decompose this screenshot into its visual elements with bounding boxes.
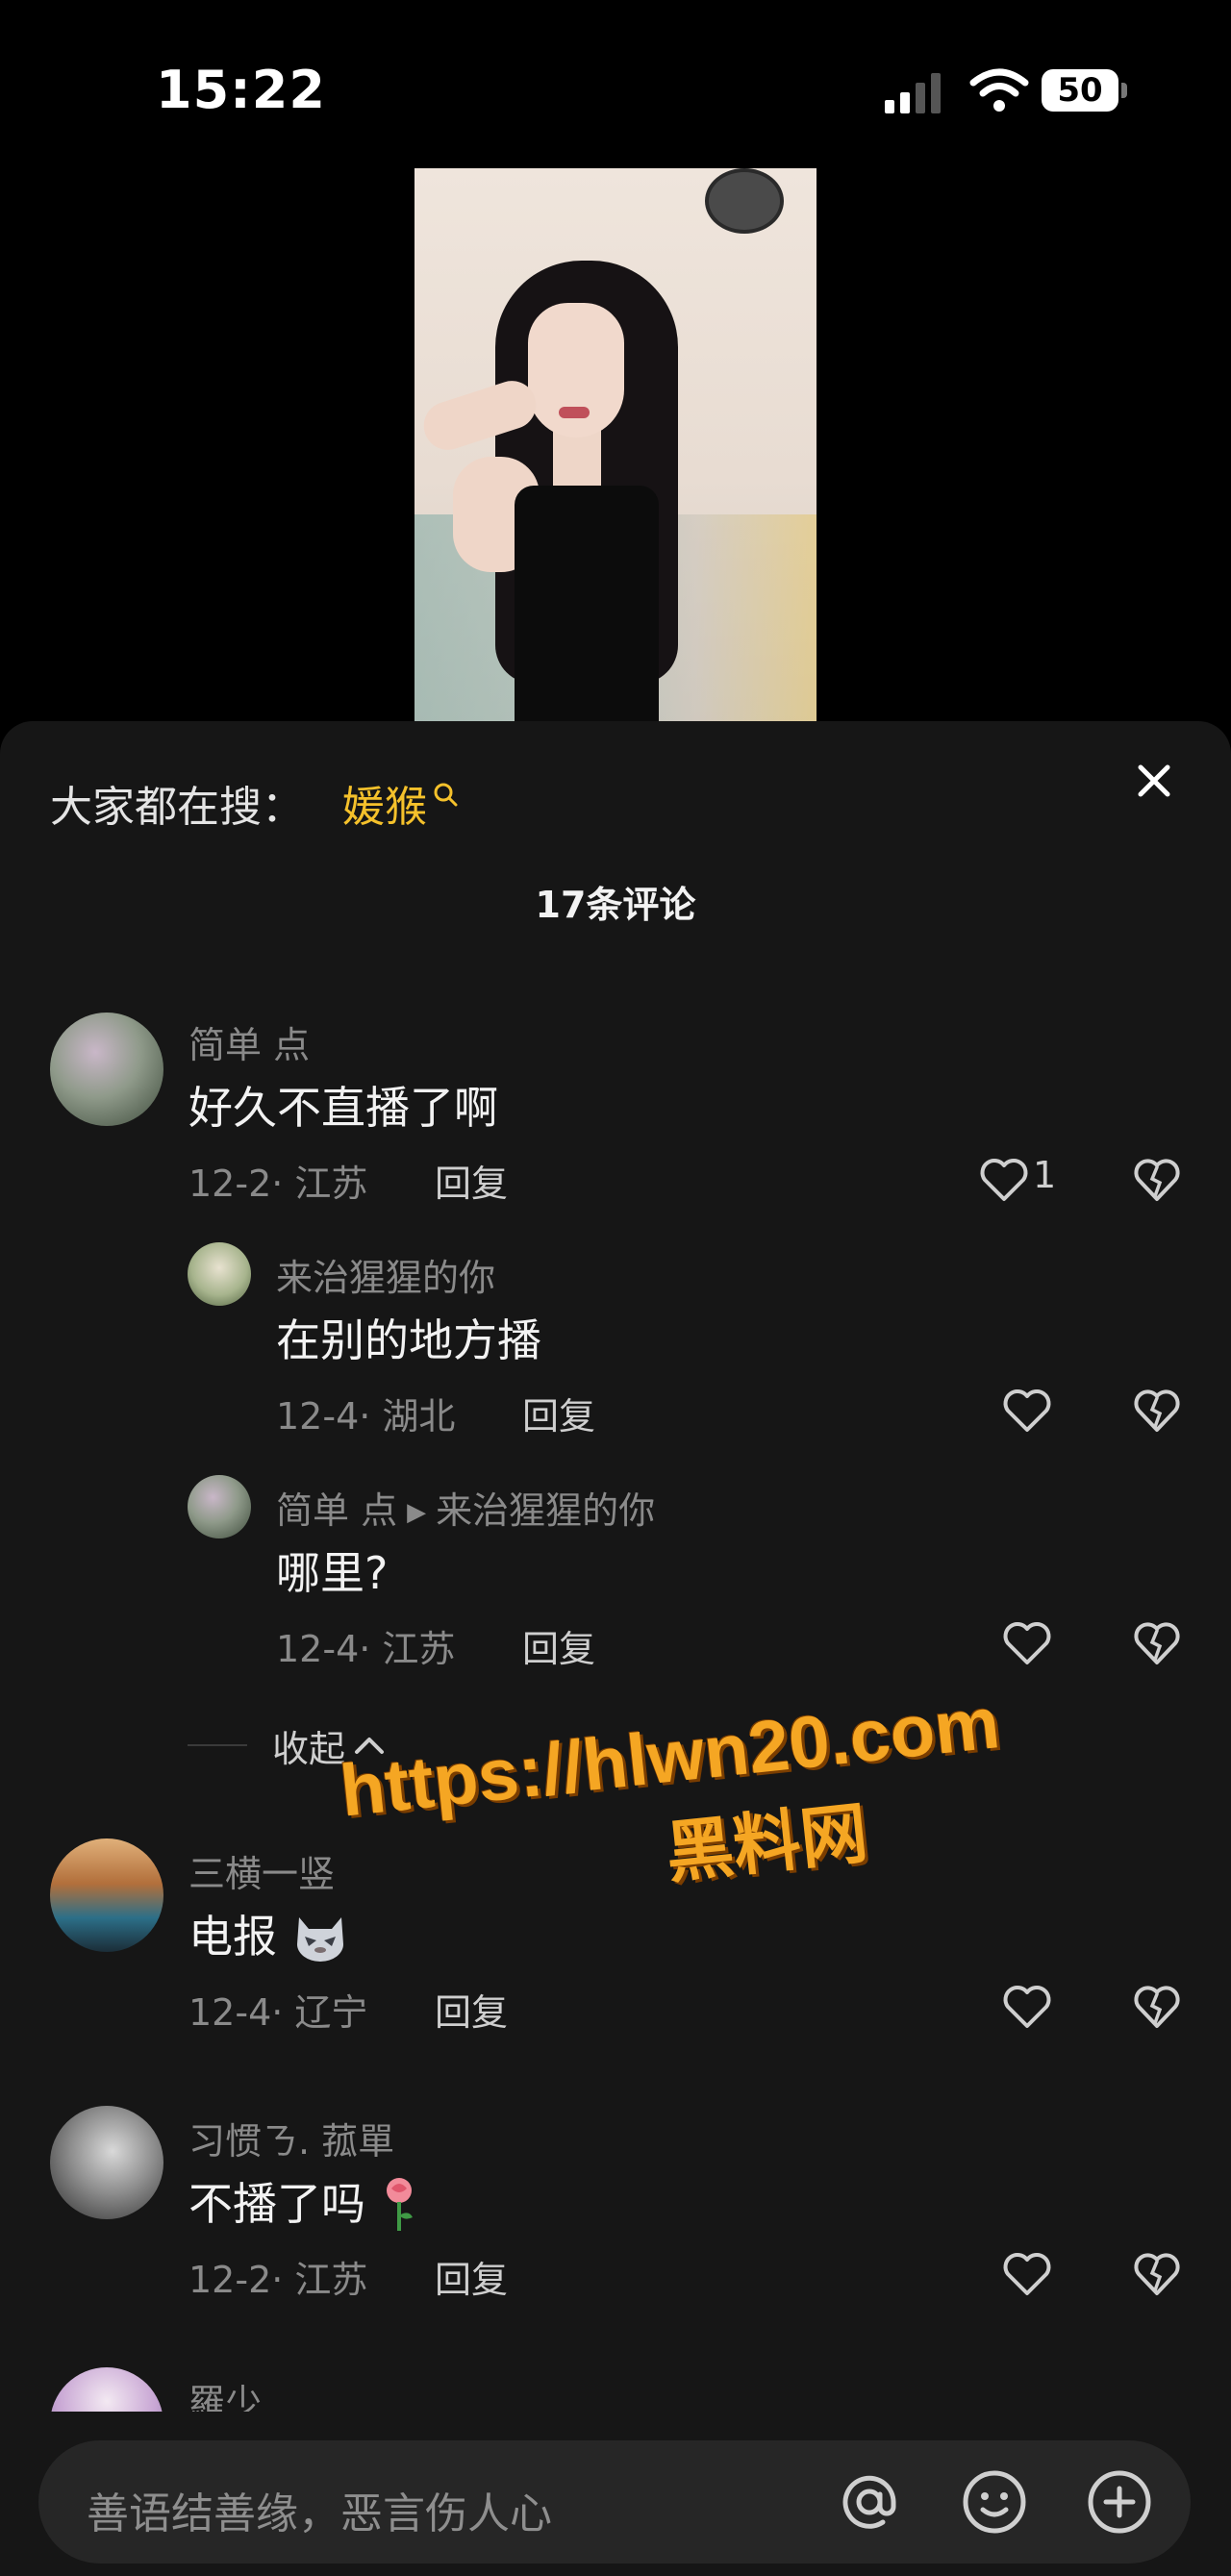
reply-button[interactable]: 回复 <box>522 1619 595 1672</box>
comment-text: 在别的地方播 <box>276 1314 541 1366</box>
like-count: 1 <box>1033 1154 1057 1196</box>
comment-region: 江苏 <box>382 1628 456 1670</box>
avatar[interactable] <box>188 1475 251 1538</box>
comment-text: 不播了吗 <box>188 2169 418 2233</box>
mention-icon[interactable] <box>833 2465 906 2538</box>
collapse-label[interactable]: 收起 <box>272 1719 345 1772</box>
battery-level: 50 <box>1057 71 1103 110</box>
heart-icon[interactable] <box>1000 1983 1054 2031</box>
comment-text-content: 电报 <box>188 1911 277 1963</box>
heart-icon[interactable] <box>1000 1387 1054 1435</box>
avatar[interactable] <box>188 1242 251 1306</box>
comment-date: 12-4 <box>276 1628 360 1670</box>
reply-author[interactable]: 简单 点 <box>276 1489 397 1532</box>
comment-text: 哪里? <box>276 1547 389 1599</box>
reply-button[interactable]: 回复 <box>435 2250 508 2303</box>
reply-button[interactable]: 回复 <box>522 1387 595 1439</box>
comment-username[interactable]: 简单 点 <box>188 1015 310 1068</box>
avatar[interactable] <box>50 1838 163 1952</box>
comment-meta: 12-4· 辽宁 <box>188 1991 368 2034</box>
comment-input-placeholder[interactable]: 善语结善缘，恶言伤人心 <box>87 2479 552 2540</box>
comment-region: 江苏 <box>294 1163 368 1205</box>
comment-meta: 12-2· 江苏 <box>188 1163 368 1205</box>
broken-heart-icon[interactable] <box>1131 1156 1183 1204</box>
wifi-icon <box>969 68 1029 112</box>
avatar[interactable] <box>50 1013 163 1126</box>
search-suggestion-link[interactable]: 媛猴 <box>342 772 458 834</box>
comment-text: 好久不直播了啊 <box>188 1082 498 1134</box>
chevron-up-icon <box>355 1738 385 1754</box>
search-suggestion-label: 大家都在搜： <box>50 783 304 832</box>
emoji-icon[interactable] <box>958 2465 1031 2538</box>
status-bar: 15:22 50 <box>0 0 1231 168</box>
heart-icon[interactable] <box>1000 1619 1054 1667</box>
comment-region: 湖北 <box>382 1395 456 1438</box>
comment-username[interactable]: 习惯ㄋ. 菰單 <box>188 2112 394 2164</box>
reply-target[interactable]: 来治猩猩的你 <box>436 1489 655 1532</box>
comment-username[interactable]: 简单 点 ▶ 来治猩猩的你 <box>276 1481 655 1534</box>
avatar[interactable] <box>50 2106 163 2219</box>
comment-text: 电报 <box>188 1902 349 1965</box>
signal-icon <box>885 73 941 113</box>
comments-count: 17条评论 <box>535 884 696 926</box>
heart-icon[interactable] <box>977 1156 1031 1204</box>
broken-heart-icon[interactable] <box>1131 1619 1183 1667</box>
comment-date: 12-2 <box>188 2259 272 2301</box>
cat-emoji-icon <box>296 1917 343 1962</box>
broken-heart-icon[interactable] <box>1131 2250 1183 2298</box>
status-time: 15:22 <box>156 60 326 120</box>
comment-region: 江苏 <box>294 2259 368 2301</box>
reply-button[interactable]: 回复 <box>435 1983 508 2036</box>
wall-clock <box>705 168 784 234</box>
comment-input-bar: 善语结善缘，恶言伤人心 <box>0 2412 1231 2576</box>
comment-input[interactable]: 善语结善缘，恶言伤人心 <box>38 2440 1191 2563</box>
reply-button[interactable]: 回复 <box>435 1154 508 1207</box>
comment-date: 12-2 <box>188 1163 272 1205</box>
comment-username[interactable]: 来治猩猩的你 <box>276 1248 495 1301</box>
comment-meta: 12-4· 湖北 <box>276 1395 456 1438</box>
video-preview[interactable] <box>415 168 816 726</box>
comment-region: 辽宁 <box>294 1991 368 2034</box>
rose-emoji-icon <box>386 2178 413 2231</box>
battery-indicator: 50 <box>1042 69 1130 113</box>
comments-sheet: 大家都在搜： 媛猴 17条评论 简单 点 好久不直播了啊 12-2· 江苏 回复… <box>0 721 1231 2576</box>
comment-meta: 12-4· 江苏 <box>276 1628 456 1670</box>
collapse-replies-button[interactable]: 收起 <box>188 1719 388 1772</box>
close-icon[interactable] <box>1133 760 1175 802</box>
comment-text-content: 不播了吗 <box>188 2178 365 2230</box>
comment-username[interactable]: 三横一竖 <box>188 1844 335 1897</box>
divider <box>188 1744 247 1746</box>
search-icon <box>434 783 458 807</box>
broken-heart-icon[interactable] <box>1131 1387 1183 1435</box>
broken-heart-icon[interactable] <box>1131 1983 1183 2031</box>
add-icon[interactable] <box>1083 2465 1156 2538</box>
comment-date: 12-4 <box>276 1395 360 1438</box>
heart-icon[interactable] <box>1000 2250 1054 2298</box>
reply-arrow-icon: ▶ <box>407 1498 427 1527</box>
comment-meta: 12-2· 江苏 <box>188 2259 368 2301</box>
search-suggestion-term[interactable]: 媛猴 <box>342 772 427 834</box>
comment-date: 12-4 <box>188 1991 272 2034</box>
